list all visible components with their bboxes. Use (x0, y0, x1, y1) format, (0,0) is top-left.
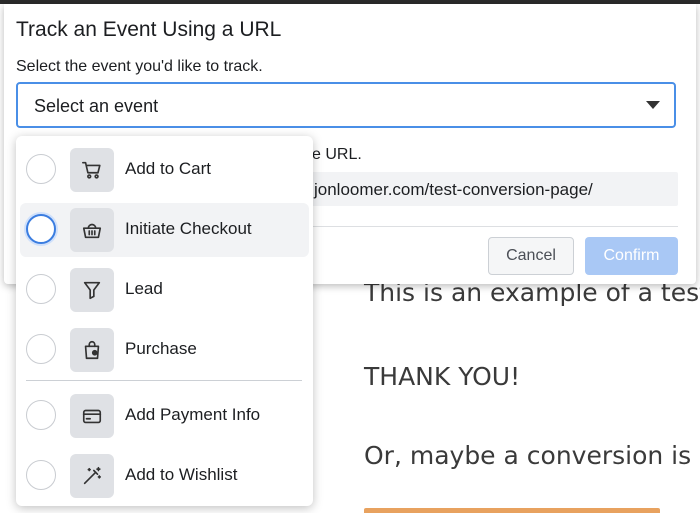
menu-divider (26, 380, 302, 381)
menu-item-add-to-cart[interactable]: Add to Cart (20, 143, 309, 197)
dialog-subtitle: Select the event you'd like to track. (16, 58, 263, 75)
filter-icon (70, 268, 114, 312)
menu-item-initiate-checkout[interactable]: Initiate Checkout (20, 203, 309, 257)
menu-item-label: Initiate Checkout (125, 219, 252, 238)
menu-item-lead[interactable]: Lead (20, 263, 309, 317)
credit-card-icon (70, 394, 114, 438)
event-dropdown-menu: Add to Cart Initiate Checkout Lead Purch… (16, 136, 313, 506)
radio-button[interactable] (26, 460, 56, 490)
page-text-line-2: THANK YOU! (364, 362, 521, 391)
radio-button[interactable] (26, 400, 56, 430)
page-orange-button-edge (364, 508, 660, 513)
menu-item-label: Add Payment Info (125, 405, 261, 424)
event-select-value: Select an event (34, 96, 159, 116)
menu-item-label: Add to Wishlist (125, 465, 238, 484)
menu-item-label: Add to Cart (125, 159, 211, 178)
event-select[interactable]: Select an event (16, 82, 676, 128)
radio-button[interactable] (26, 274, 56, 304)
radio-button[interactable] (26, 334, 56, 364)
shopping-bag-icon (70, 328, 114, 372)
url-field-value: jonloomer.com/test-conversion-page/ (314, 180, 593, 199)
menu-item-label: Purchase (125, 339, 197, 358)
cart-icon (70, 148, 114, 192)
url-label: e URL. (312, 146, 362, 163)
radio-button[interactable] (26, 214, 56, 244)
menu-item-add-to-wishlist[interactable]: Add to Wishlist (20, 449, 309, 503)
page-text-line-3: Or, maybe a conversion is c (364, 441, 700, 470)
magic-wand-icon (70, 454, 114, 498)
url-field[interactable]: jonloomer.com/test-conversion-page/ (304, 172, 678, 206)
caret-down-icon (646, 101, 660, 109)
menu-item-add-payment-info[interactable]: Add Payment Info (20, 389, 309, 443)
cancel-button[interactable]: Cancel (488, 237, 574, 275)
radio-button[interactable] (26, 154, 56, 184)
dialog-divider (304, 226, 678, 227)
basket-icon (70, 208, 114, 252)
menu-item-label: Lead (125, 279, 163, 298)
menu-item-purchase[interactable]: Purchase (20, 323, 309, 377)
dialog-title: Track an Event Using a URL (16, 18, 282, 41)
confirm-button[interactable]: Confirm (585, 237, 678, 275)
